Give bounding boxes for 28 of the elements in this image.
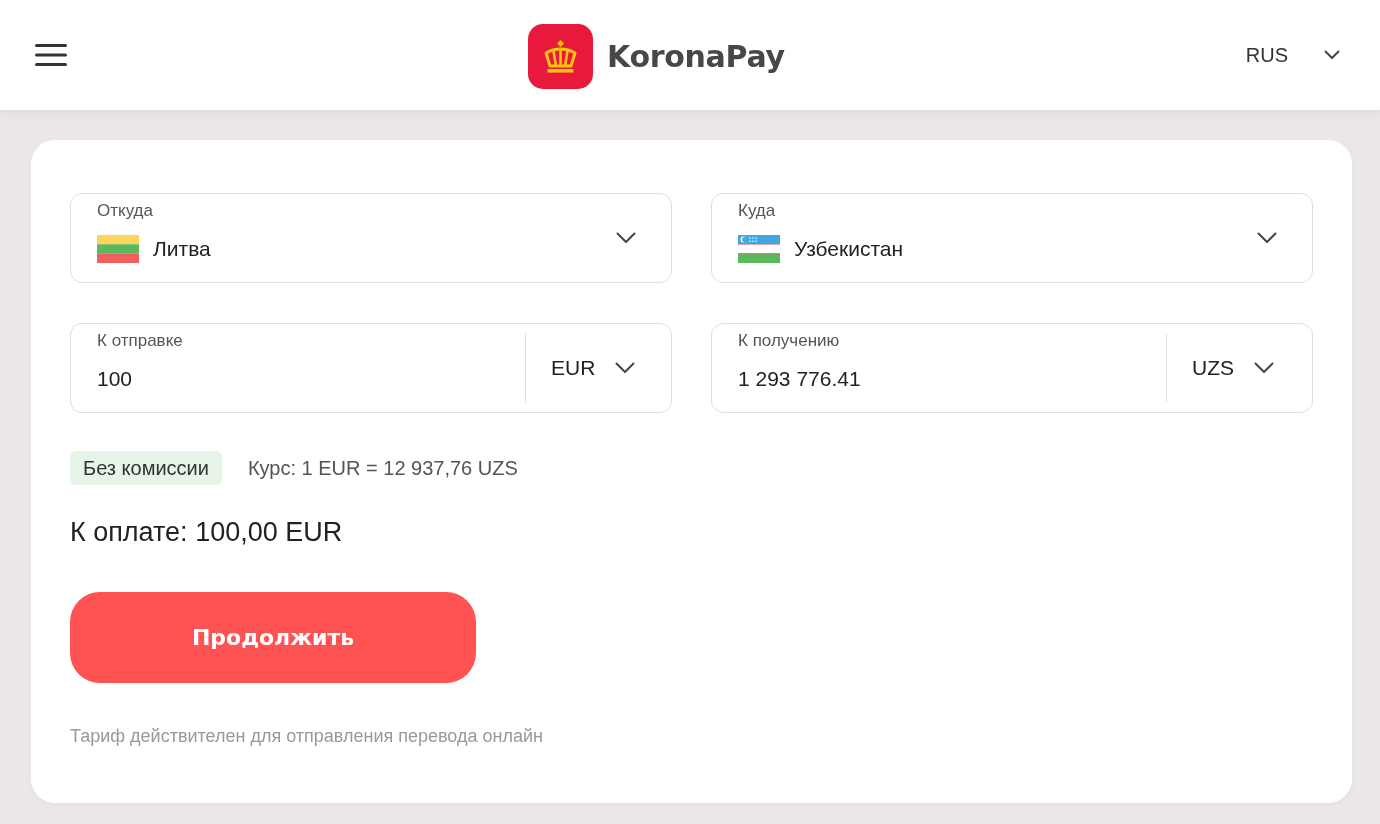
chevron-down-icon [616,232,636,244]
field-label: К отправке [97,331,183,351]
flag-icon [97,235,139,263]
flag-icon [738,235,780,263]
field-label: Куда [738,201,776,221]
country-select[interactable]: Откуда Литва [70,193,672,283]
amount-input[interactable]: 100 [97,367,525,391]
menu-icon [35,44,67,66]
menu-button[interactable] [35,44,67,66]
no-fee-tag: Без комиссии [70,451,222,485]
language-select[interactable]: RUS [1245,43,1340,67]
country-name: Литва [153,237,211,261]
country-select[interactable]: Куда Узбекистан [711,193,1313,283]
amount-input[interactable]: 1 293 776.41 [738,367,1166,391]
crown-logo-icon [528,24,594,89]
tariff-note: Тариф действителен для отправления перевода онлайн [70,726,543,747]
field-label: К получению [738,331,840,351]
exchange-rate-text: Курс: 1 EUR = 12 937,76 UZS [247,456,518,480]
chevron-down-icon [1324,50,1340,60]
chevron-down-icon [1254,362,1274,374]
chevron-down-icon [1257,232,1277,244]
total-amount-text: К оплате: 100,00 EUR [70,516,343,549]
currency-select[interactable]: UZS [1166,334,1312,402]
brand-name: KoronaPay [607,39,785,74]
country-name: Узбекистан [794,237,904,261]
currency-select[interactable]: EUR [525,334,671,402]
chevron-down-icon [615,362,636,374]
field-label: Откуда [97,201,153,221]
